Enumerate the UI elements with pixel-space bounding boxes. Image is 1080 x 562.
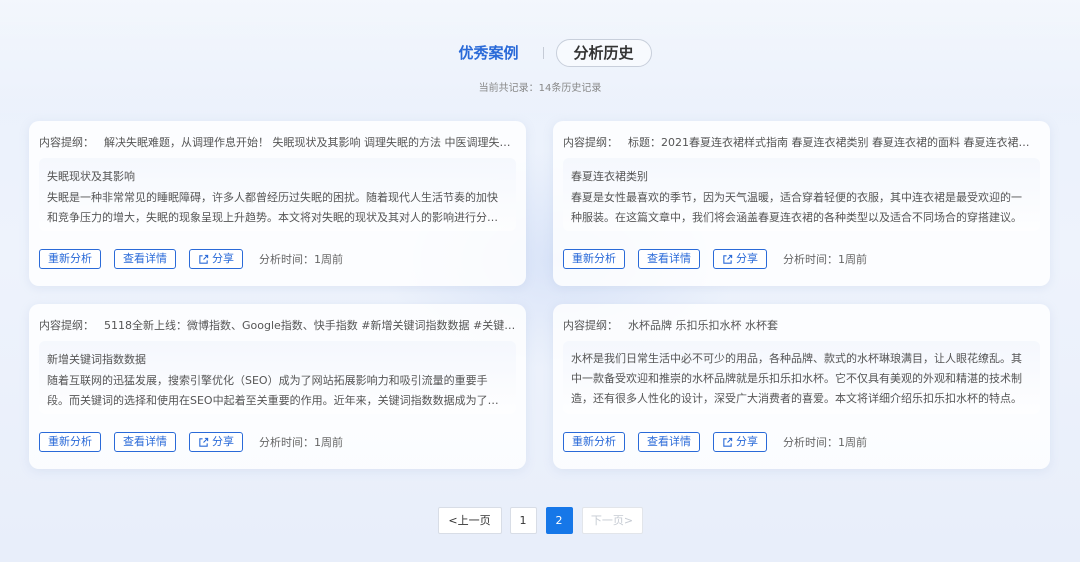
outline-text: 标题：2021春夏连衣裙样式指南 春夏连衣裙类别 春夏连衣裙的面料 春夏连衣裙的… (628, 136, 1040, 148)
pagination: <上一页 1 2 下一页> (0, 507, 1080, 534)
analysis-time: 分析时间：1周前 (783, 436, 867, 449)
reanalyze-button[interactable]: 重新分析 (563, 249, 625, 269)
share-icon (723, 254, 733, 264)
outline-label: 内容提纲： (563, 319, 618, 331)
card-actions: 重新分析 查看详情 分享 分析时间：1周前 (563, 249, 867, 269)
reanalyze-button[interactable]: 重新分析 (39, 432, 101, 452)
card-outline: 内容提纲： 标题：2021春夏连衣裙样式指南 春夏连衣裙类别 春夏连衣裙的面料 春… (563, 134, 1040, 148)
card-outline: 内容提纲： 5118全新上线：微博指数、Google指数、快手指数 #新增关键词指… (39, 317, 516, 331)
card-preview: 新增关键词指数数据 随着互联网的迅猛发展，搜索引擎优化（SEO）成为了网站拓展影… (39, 341, 516, 414)
record-count: 当前共记录：14条历史记录 (478, 83, 602, 94)
share-button[interactable]: 分享 (713, 249, 767, 269)
page-button-2[interactable]: 2 (545, 507, 573, 534)
share-label: 分享 (212, 252, 234, 265)
outline-label: 内容提纲： (39, 136, 94, 148)
card-actions: 重新分析 查看详情 分享 分析时间：1周前 (563, 432, 867, 452)
card-preview: 失眠现状及其影响 失眠是一种非常常见的睡眠障碍，许多人都曾经历过失眠的困扰。随着… (39, 158, 516, 231)
preview-text: 随着互联网的迅猛发展，搜索引擎优化（SEO）成为了网站拓展影响力和吸引流量的重要… (47, 374, 499, 407)
preview-text: 失眠是一种非常常见的睡眠障碍，许多人都曾经历过失眠的困扰。随着现代人生活节奏的加… (47, 191, 498, 224)
card-actions: 重新分析 查看详情 分享 分析时间：1周前 (39, 432, 343, 452)
tab-divider (542, 47, 544, 59)
card-preview: 水杯是我们日常生活中必不可少的用品，各种品牌、款式的水杯琳琅满目，让人眼花缭乱。… (563, 341, 1040, 414)
card-preview: 春夏连衣裙类别 春夏是女性最喜欢的季节，因为天气温暖，适合穿着轻便的衣服，其中连… (563, 158, 1040, 231)
share-button[interactable]: 分享 (713, 432, 767, 452)
outline-text: 5118全新上线：微博指数、Google指数、快手指数 #新增关键词指数数据 #… (104, 319, 516, 331)
tab-analysis-history[interactable]: 分析历史 (555, 39, 652, 67)
view-details-button[interactable]: 查看详情 (638, 432, 700, 452)
preview-title: 新增关键词指数数据 (47, 353, 146, 366)
preview-title: 春夏连衣裙类别 (571, 170, 648, 183)
tab-bar: 优秀案例 分析历史 (0, 39, 1080, 67)
card-outline: 内容提纲： 水杯品牌 乐扣乐扣水杯 水杯套 (563, 317, 1040, 331)
view-details-button[interactable]: 查看详情 (114, 432, 176, 452)
share-icon (199, 437, 209, 447)
tab-excellent-cases[interactable]: 优秀案例 (446, 39, 530, 67)
share-label: 分享 (736, 435, 758, 448)
preview-text: 水杯是我们日常生活中必不可少的用品，各种品牌、款式的水杯琳琅满目，让人眼花缭乱。… (571, 352, 1022, 405)
next-page-button[interactable]: 下一页> (581, 507, 643, 534)
case-card: 内容提纲： 5118全新上线：微博指数、Google指数、快手指数 #新增关键词指… (29, 304, 526, 469)
share-label: 分享 (212, 435, 234, 448)
share-button[interactable]: 分享 (189, 249, 243, 269)
view-details-button[interactable]: 查看详情 (638, 249, 700, 269)
prev-page-button[interactable]: <上一页 (437, 507, 502, 534)
outline-text: 水杯品牌 乐扣乐扣水杯 水杯套 (628, 319, 778, 331)
case-card: 内容提纲： 解决失眠难题，从调理作息开始！ 失眠现状及其影响 调理失眠的方法 中医… (29, 121, 526, 286)
share-label: 分享 (736, 252, 758, 265)
outline-label: 内容提纲： (39, 319, 94, 331)
case-card: 内容提纲： 水杯品牌 乐扣乐扣水杯 水杯套 水杯是我们日常生活中必不可少的用品，各… (553, 304, 1050, 469)
view-details-button[interactable]: 查看详情 (114, 249, 176, 269)
outline-label: 内容提纲： (563, 136, 618, 148)
preview-title: 失眠现状及其影响 (47, 170, 135, 183)
case-card: 内容提纲： 标题：2021春夏连衣裙样式指南 春夏连衣裙类别 春夏连衣裙的面料 春… (553, 121, 1050, 286)
preview-text: 春夏是女性最喜欢的季节，因为天气温暖，适合穿着轻便的衣服，其中连衣裙是最受欢迎的… (571, 191, 1022, 224)
share-button[interactable]: 分享 (189, 432, 243, 452)
reanalyze-button[interactable]: 重新分析 (39, 249, 101, 269)
reanalyze-button[interactable]: 重新分析 (563, 432, 625, 452)
analysis-time: 分析时间：1周前 (259, 253, 343, 266)
analysis-time: 分析时间：1周前 (783, 253, 867, 266)
card-actions: 重新分析 查看详情 分享 分析时间：1周前 (39, 249, 343, 269)
outline-text: 解决失眠难题，从调理作息开始！ 失眠现状及其影响 调理失眠的方法 中医调理失眠 … (104, 136, 516, 148)
analysis-time: 分析时间：1周前 (259, 436, 343, 449)
page-button-1[interactable]: 1 (509, 507, 537, 534)
card-outline: 内容提纲： 解决失眠难题，从调理作息开始！ 失眠现状及其影响 调理失眠的方法 中医… (39, 134, 516, 148)
share-icon (723, 437, 733, 447)
share-icon (199, 254, 209, 264)
